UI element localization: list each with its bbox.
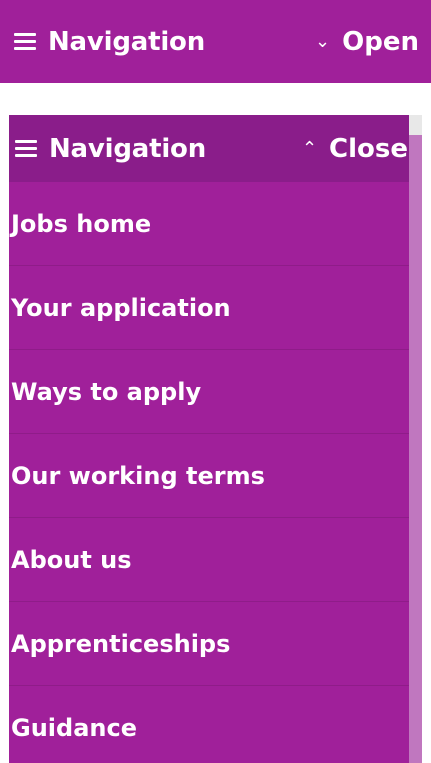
scrollbar[interactable] (409, 115, 422, 763)
collapsed-navigation-bar: Navigation ⌄ Open (0, 0, 431, 83)
nav-menu-list: Jobs home Your application Ways to apply… (9, 182, 422, 763)
chevron-down-icon: ⌄ (315, 30, 331, 52)
hamburger-menu-icon (14, 33, 36, 50)
expanded-navigation-panel: Navigation ⌃ Close Jobs home Your applic… (9, 115, 422, 763)
collapsed-nav-title-group[interactable]: Navigation (0, 27, 205, 57)
nav-title: Navigation (49, 133, 207, 164)
open-nav-toggle[interactable]: ⌄ Open (315, 27, 431, 57)
nav-item-ways-to-apply[interactable]: Ways to apply (9, 350, 422, 434)
nav-item-jobs-home[interactable]: Jobs home (9, 182, 422, 266)
nav-item-guidance[interactable]: Guidance (9, 686, 422, 763)
nav-item-about-us[interactable]: About us (9, 518, 422, 602)
hamburger-menu-icon (15, 140, 37, 157)
close-label: Close (329, 133, 408, 164)
open-label: Open (342, 26, 419, 57)
close-nav-toggle[interactable]: ⌃ Close (302, 134, 408, 164)
expanded-nav-header: Navigation ⌃ Close (9, 115, 422, 182)
scrollbar-thumb[interactable] (409, 115, 422, 135)
nav-item-our-working-terms[interactable]: Our working terms (9, 434, 422, 518)
nav-item-your-application[interactable]: Your application (9, 266, 422, 350)
chevron-up-icon: ⌃ (301, 137, 318, 159)
nav-title: Navigation (48, 26, 206, 57)
nav-item-apprenticeships[interactable]: Apprenticeships (9, 602, 422, 686)
